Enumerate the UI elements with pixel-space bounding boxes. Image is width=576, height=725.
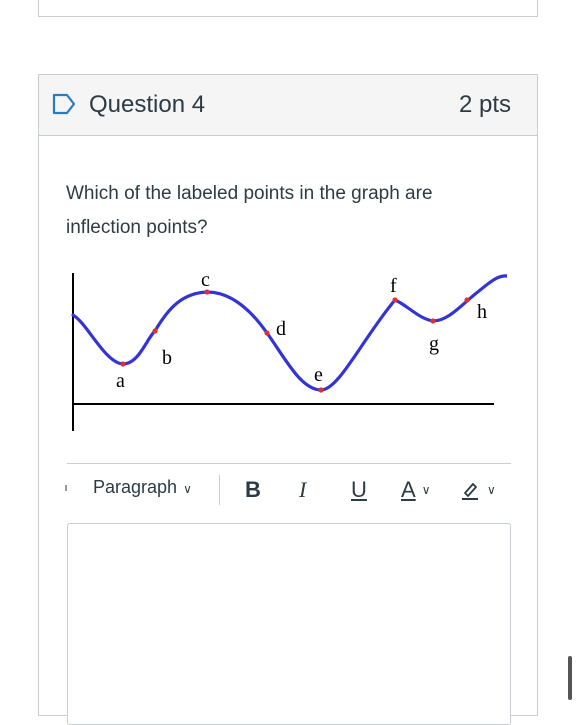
- toolbar-tick: [65, 485, 67, 491]
- font-color-button[interactable]: A ∨: [401, 475, 430, 505]
- graph-point-g: [430, 318, 436, 324]
- graph-label-d: d: [276, 318, 286, 340]
- flag-question-icon[interactable]: [51, 93, 77, 115]
- question-points: 2 pts: [458, 91, 511, 118]
- italic-button[interactable]: I: [299, 475, 306, 505]
- answer-text-area[interactable]: [67, 523, 511, 725]
- paragraph-label: Paragraph: [93, 477, 178, 497]
- graph-point-e: [318, 387, 324, 393]
- question-text: Which of the labeled points in the graph…: [66, 183, 433, 238]
- graph-label-f: f: [390, 275, 397, 297]
- graph-label-g: g: [429, 333, 439, 355]
- font-color-icon: A: [401, 477, 416, 502]
- previous-question-card: [38, 0, 538, 17]
- curve: [71, 274, 507, 392]
- question-card: Question 4 2 pts Which of the labeled po…: [38, 74, 538, 725]
- bold-button[interactable]: B: [245, 475, 261, 505]
- graph-label-a: a: [116, 370, 125, 392]
- editor-toolbar: Paragraph ∨ B I U A ∨ ∨: [65, 473, 511, 509]
- graph-point-d: [264, 330, 270, 336]
- chevron-down-icon: ∨: [487, 483, 496, 497]
- inflection-graph: a b c d e f g h: [71, 269, 507, 431]
- highlight-button[interactable]: ∨: [459, 475, 496, 505]
- graph-point-f: [392, 297, 398, 303]
- underline-button[interactable]: U: [351, 475, 367, 505]
- chevron-down-icon: ∨: [183, 482, 192, 496]
- highlight-pen-icon: [462, 483, 478, 500]
- graph-label-c: c: [201, 269, 210, 291]
- paragraph-dropdown[interactable]: Paragraph ∨: [93, 477, 192, 498]
- toolbar-separator: [219, 475, 220, 505]
- graph-point-h: [464, 297, 470, 303]
- graph-point-b: [152, 328, 158, 334]
- graph-label-b: b: [162, 347, 172, 369]
- graph-point-a: [120, 361, 126, 367]
- graph-label-h: h: [477, 301, 487, 323]
- question-header: Question 4 2 pts: [39, 75, 537, 136]
- chevron-down-icon: ∨: [421, 483, 431, 497]
- question-title: Question 4: [89, 91, 206, 118]
- editor-divider: [67, 463, 511, 464]
- scrollbar[interactable]: [568, 656, 572, 700]
- graph-label-e: e: [314, 364, 323, 386]
